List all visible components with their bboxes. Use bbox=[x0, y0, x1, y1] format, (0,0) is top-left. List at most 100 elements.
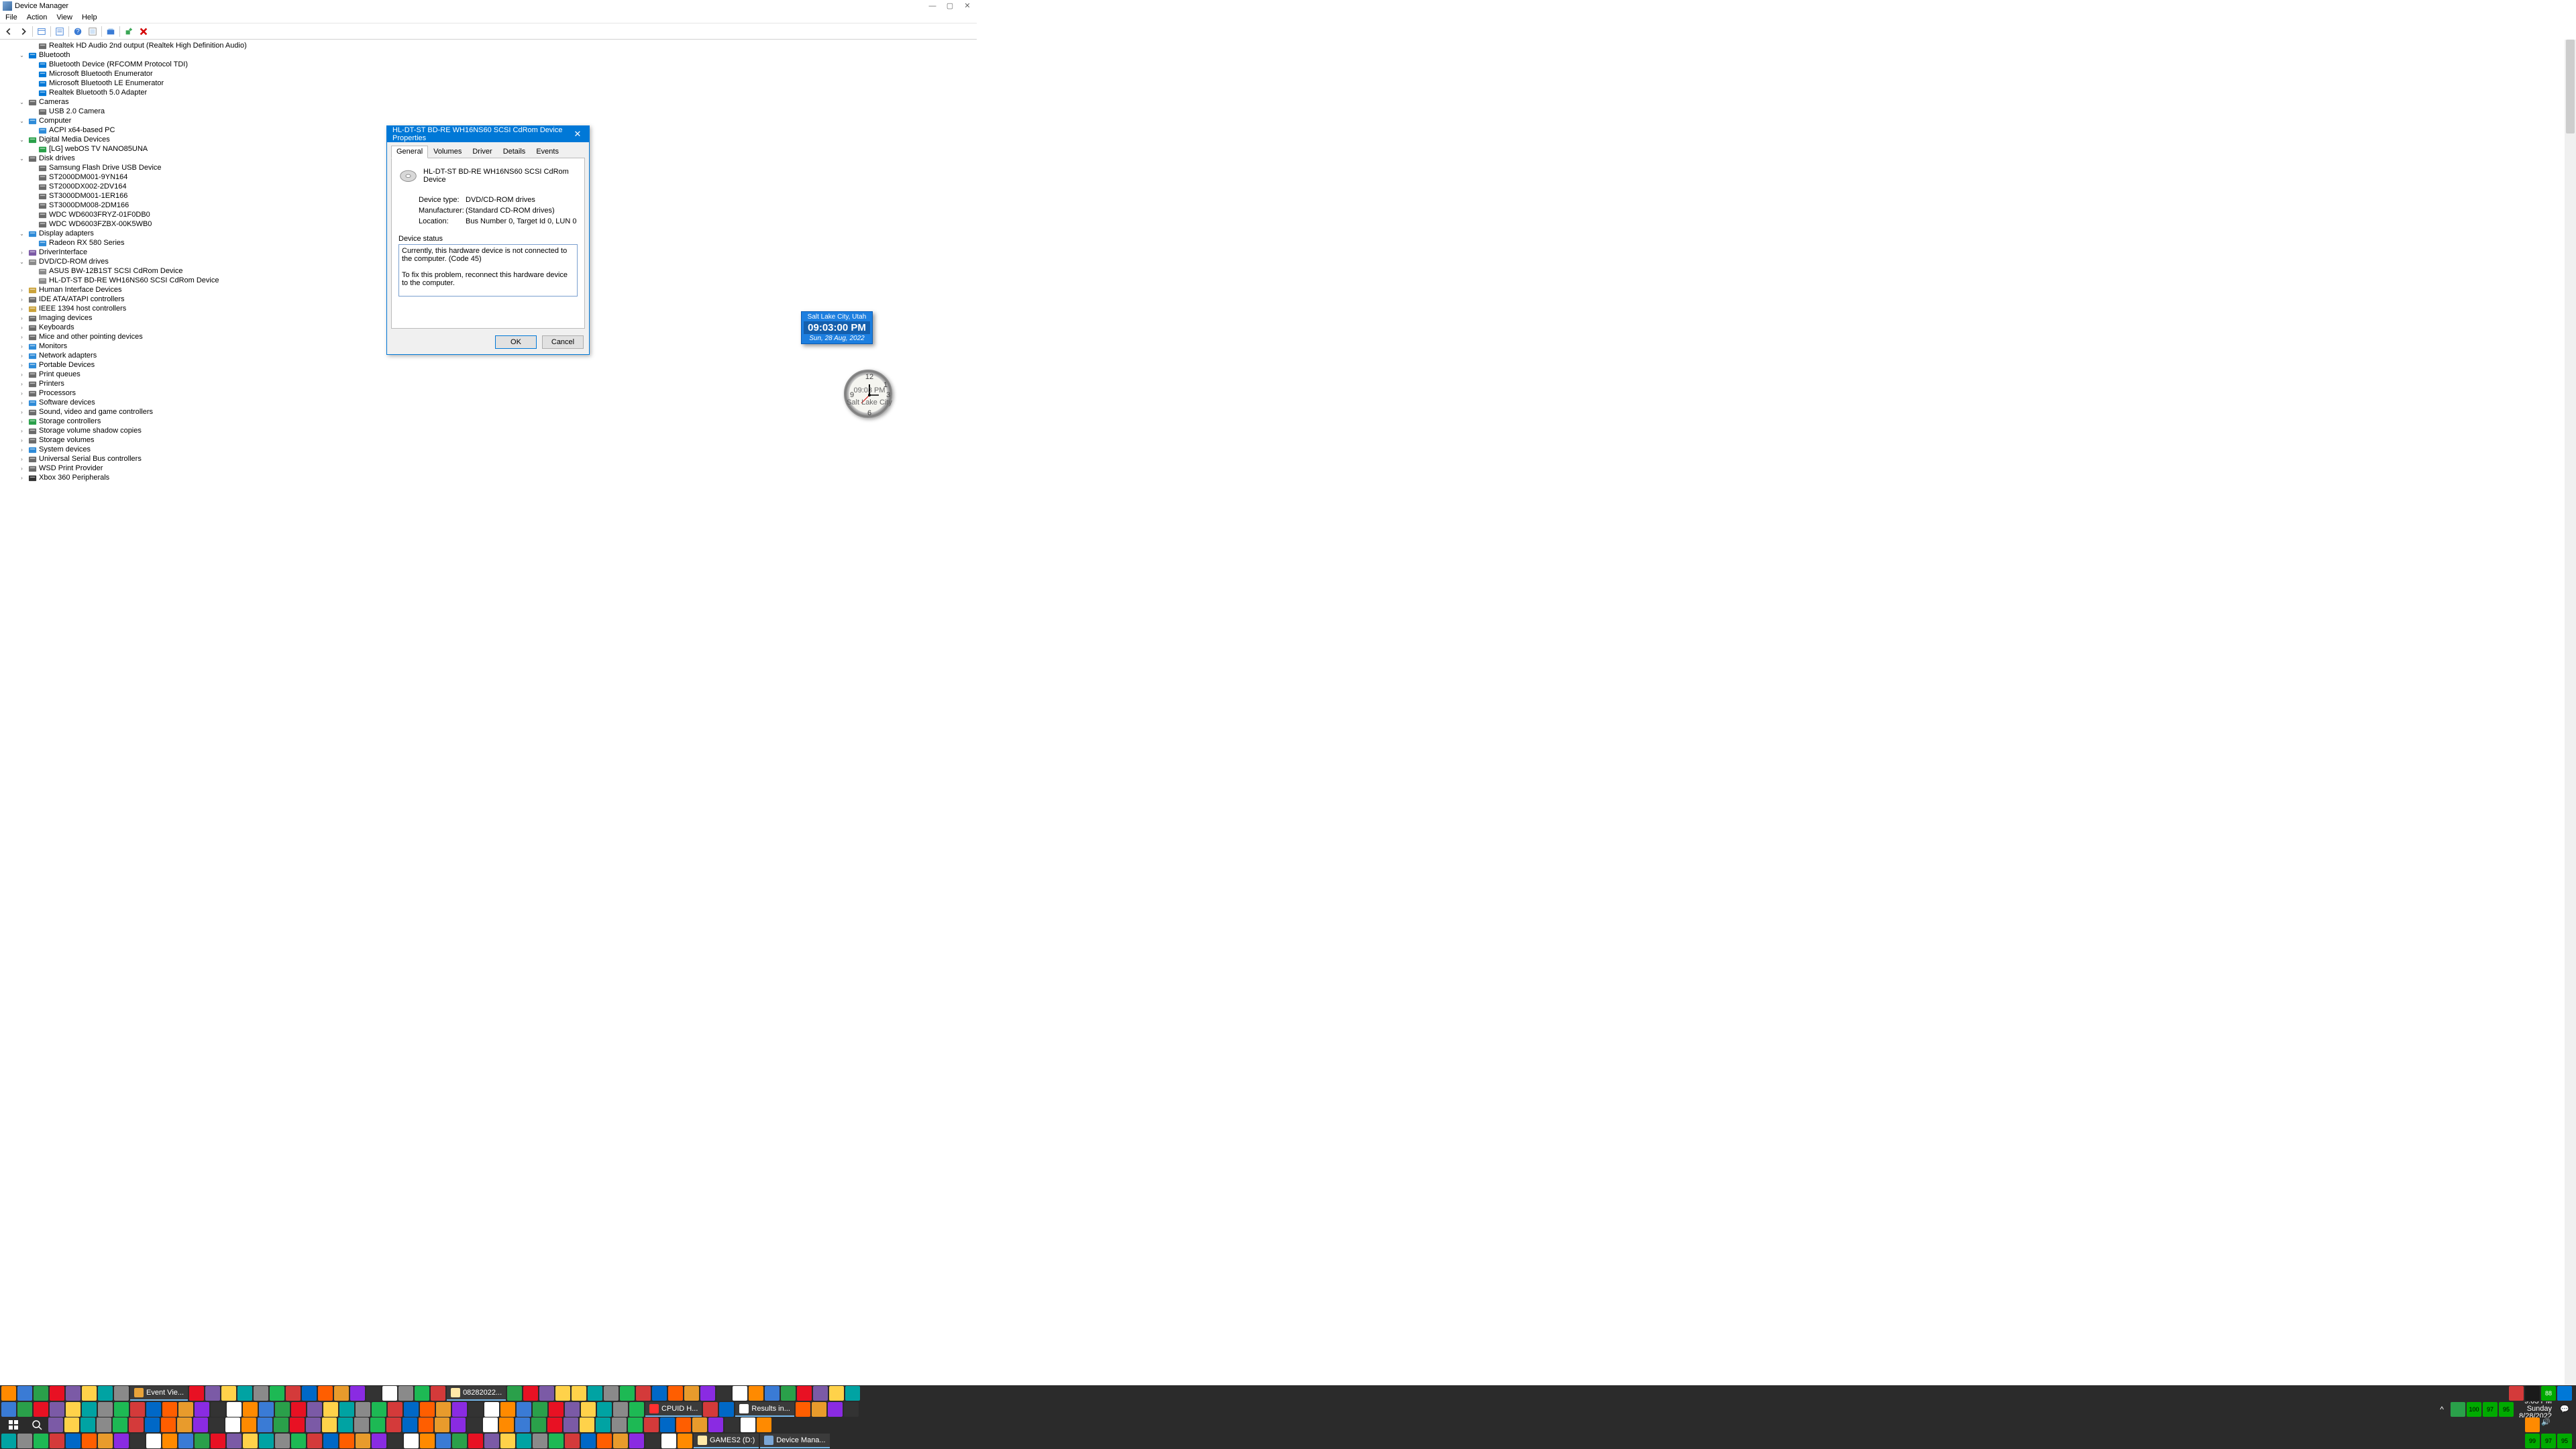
taskbar-app-icon[interactable] bbox=[189, 1386, 204, 1401]
close-button[interactable]: ✕ bbox=[963, 2, 971, 10]
taskbar-app-icon[interactable] bbox=[549, 1434, 564, 1448]
taskbar-app-icon[interactable] bbox=[716, 1386, 731, 1401]
taskbar-app-icon[interactable] bbox=[796, 1402, 810, 1417]
taskbar-app-icon[interactable] bbox=[420, 1434, 435, 1448]
tree-node[interactable]: ›Software devices bbox=[4, 398, 2576, 407]
tab-general[interactable]: General bbox=[391, 146, 428, 158]
taskbar-app-icon[interactable] bbox=[370, 1417, 385, 1432]
tree-node[interactable]: ›Portable Devices bbox=[4, 360, 2576, 370]
taskbar-app-icon[interactable] bbox=[700, 1386, 715, 1401]
taskbar-app-icon[interactable] bbox=[812, 1402, 826, 1417]
taskbar-app-icon[interactable] bbox=[339, 1402, 354, 1417]
taskbar-app-icon[interactable] bbox=[211, 1402, 225, 1417]
taskbar-app-icon[interactable] bbox=[195, 1402, 209, 1417]
taskbar-app-icon[interactable] bbox=[668, 1386, 683, 1401]
taskbar-app-icon[interactable] bbox=[334, 1386, 349, 1401]
taskbar-app-icon[interactable] bbox=[302, 1386, 317, 1401]
taskbar-app-icon[interactable] bbox=[307, 1402, 322, 1417]
taskbar-app-icon[interactable] bbox=[499, 1417, 514, 1432]
tab-details[interactable]: Details bbox=[498, 146, 531, 158]
taskbar-app-icon[interactable] bbox=[270, 1386, 284, 1401]
taskbar-app-icon[interactable] bbox=[564, 1417, 578, 1432]
taskbar-app-icon[interactable] bbox=[468, 1434, 483, 1448]
taskbar-app-icon[interactable] bbox=[636, 1386, 651, 1401]
expand-toggle-icon[interactable]: ⌄ bbox=[18, 117, 25, 125]
taskbar-app-icon[interactable] bbox=[2509, 1386, 2524, 1401]
maximize-button[interactable]: ▢ bbox=[946, 2, 954, 10]
taskbar-app-icon[interactable] bbox=[644, 1417, 659, 1432]
expand-toggle-icon[interactable]: › bbox=[18, 446, 25, 453]
taskbar-app-icon[interactable] bbox=[628, 1417, 643, 1432]
tab-driver[interactable]: Driver bbox=[467, 146, 497, 158]
taskbar-task[interactable]: Device Mana... bbox=[760, 1434, 829, 1448]
taskbar-app-icon[interactable] bbox=[708, 1417, 723, 1432]
tree-node[interactable]: ›WSD Print Provider bbox=[4, 464, 2576, 473]
digital-clock-widget[interactable]: Salt Lake City, Utah 09:03:00 PM Sun, 28… bbox=[801, 311, 873, 344]
taskbar-app-icon[interactable] bbox=[259, 1434, 274, 1448]
taskbar-app-icon[interactable] bbox=[581, 1402, 596, 1417]
tray-badge[interactable]: 97 bbox=[2483, 1402, 2498, 1417]
taskbar-app-icon[interactable] bbox=[17, 1434, 32, 1448]
expand-toggle-icon[interactable]: ⌄ bbox=[18, 52, 25, 59]
expand-toggle-icon[interactable]: › bbox=[18, 455, 25, 463]
taskbar-app-icon[interactable] bbox=[741, 1417, 755, 1432]
taskbar-app-icon[interactable] bbox=[145, 1417, 160, 1432]
search-button[interactable] bbox=[27, 1417, 47, 1434]
taskbar-app-icon[interactable] bbox=[692, 1417, 707, 1432]
taskbar-app-icon[interactable] bbox=[354, 1417, 369, 1432]
taskbar-app-icon[interactable] bbox=[436, 1434, 451, 1448]
tree-node[interactable]: Microsoft Bluetooth LE Enumerator bbox=[4, 78, 2576, 88]
tray-badge[interactable]: 99 bbox=[2525, 1434, 2540, 1448]
taskbar-app-icon[interactable] bbox=[507, 1386, 522, 1401]
tree-node[interactable]: ›Storage controllers bbox=[4, 417, 2576, 426]
expand-toggle-icon[interactable]: › bbox=[18, 427, 25, 435]
taskbar-app-icon[interactable] bbox=[844, 1402, 859, 1417]
expand-toggle-icon[interactable]: › bbox=[18, 465, 25, 472]
tab-events[interactable]: Events bbox=[531, 146, 564, 158]
tree-node[interactable]: ›Universal Serial Bus controllers bbox=[4, 454, 2576, 464]
taskbar-app-icon[interactable] bbox=[645, 1434, 660, 1448]
tree-node[interactable]: ›Sound, video and game controllers bbox=[4, 407, 2576, 417]
taskbar-app-icon[interactable] bbox=[339, 1434, 354, 1448]
taskbar-app-icon[interactable] bbox=[356, 1402, 370, 1417]
taskbar-app-icon[interactable] bbox=[533, 1434, 547, 1448]
taskbar-app-icon[interactable] bbox=[254, 1386, 268, 1401]
taskbar-app-icon[interactable] bbox=[286, 1386, 301, 1401]
tree-node[interactable]: ›Storage volumes bbox=[4, 435, 2576, 445]
notifications-icon[interactable]: 💬 bbox=[2557, 1402, 2572, 1417]
taskbar-app-icon[interactable] bbox=[306, 1417, 321, 1432]
scrollbar-thumb[interactable] bbox=[2566, 40, 2575, 133]
taskbar-app-icon[interactable] bbox=[209, 1417, 224, 1432]
taskbar-app-icon[interactable] bbox=[211, 1434, 225, 1448]
taskbar-app-icon[interactable] bbox=[274, 1417, 288, 1432]
taskbar-app-icon[interactable] bbox=[323, 1434, 338, 1448]
cancel-button[interactable]: Cancel bbox=[542, 335, 584, 349]
taskbar-app-icon[interactable] bbox=[719, 1402, 734, 1417]
taskbar-app-icon[interactable] bbox=[318, 1386, 333, 1401]
taskbar-app-icon[interactable] bbox=[676, 1417, 691, 1432]
expand-toggle-icon[interactable]: › bbox=[18, 296, 25, 303]
taskbar-app-icon[interactable] bbox=[275, 1402, 290, 1417]
taskbar-app-icon[interactable] bbox=[50, 1386, 64, 1401]
taskbar-app-icon[interactable] bbox=[34, 1434, 48, 1448]
taskbar-app-icon[interactable] bbox=[82, 1386, 97, 1401]
taskbar-app-icon[interactable] bbox=[533, 1402, 547, 1417]
taskbar-app-icon[interactable] bbox=[114, 1402, 129, 1417]
taskbar-task[interactable]: GAMES2 (D:) bbox=[694, 1434, 759, 1448]
expand-toggle-icon[interactable]: › bbox=[18, 437, 25, 444]
taskbar-app-icon[interactable] bbox=[290, 1417, 305, 1432]
taskbar-app-icon[interactable] bbox=[565, 1434, 580, 1448]
taskbar-app-icon[interactable] bbox=[322, 1417, 337, 1432]
menu-help[interactable]: Help bbox=[82, 13, 97, 21]
tree-node[interactable]: Realtek HD Audio 2nd output (Realtek Hig… bbox=[4, 41, 2576, 50]
taskbar-app-icon[interactable] bbox=[724, 1417, 739, 1432]
taskbar-app-icon[interactable] bbox=[749, 1386, 763, 1401]
taskbar-task[interactable]: 08282022... bbox=[447, 1386, 506, 1401]
taskbar-app-icon[interactable] bbox=[547, 1417, 562, 1432]
taskbar-app-icon[interactable] bbox=[398, 1386, 413, 1401]
taskbar-app-icon[interactable] bbox=[177, 1417, 192, 1432]
tree-node[interactable]: Microsoft Bluetooth Enumerator bbox=[4, 69, 2576, 78]
tree-node[interactable]: Realtek Bluetooth 5.0 Adapter bbox=[4, 88, 2576, 97]
taskbar-app-icon[interactable] bbox=[82, 1434, 97, 1448]
taskbar-app-icon[interactable] bbox=[613, 1402, 628, 1417]
